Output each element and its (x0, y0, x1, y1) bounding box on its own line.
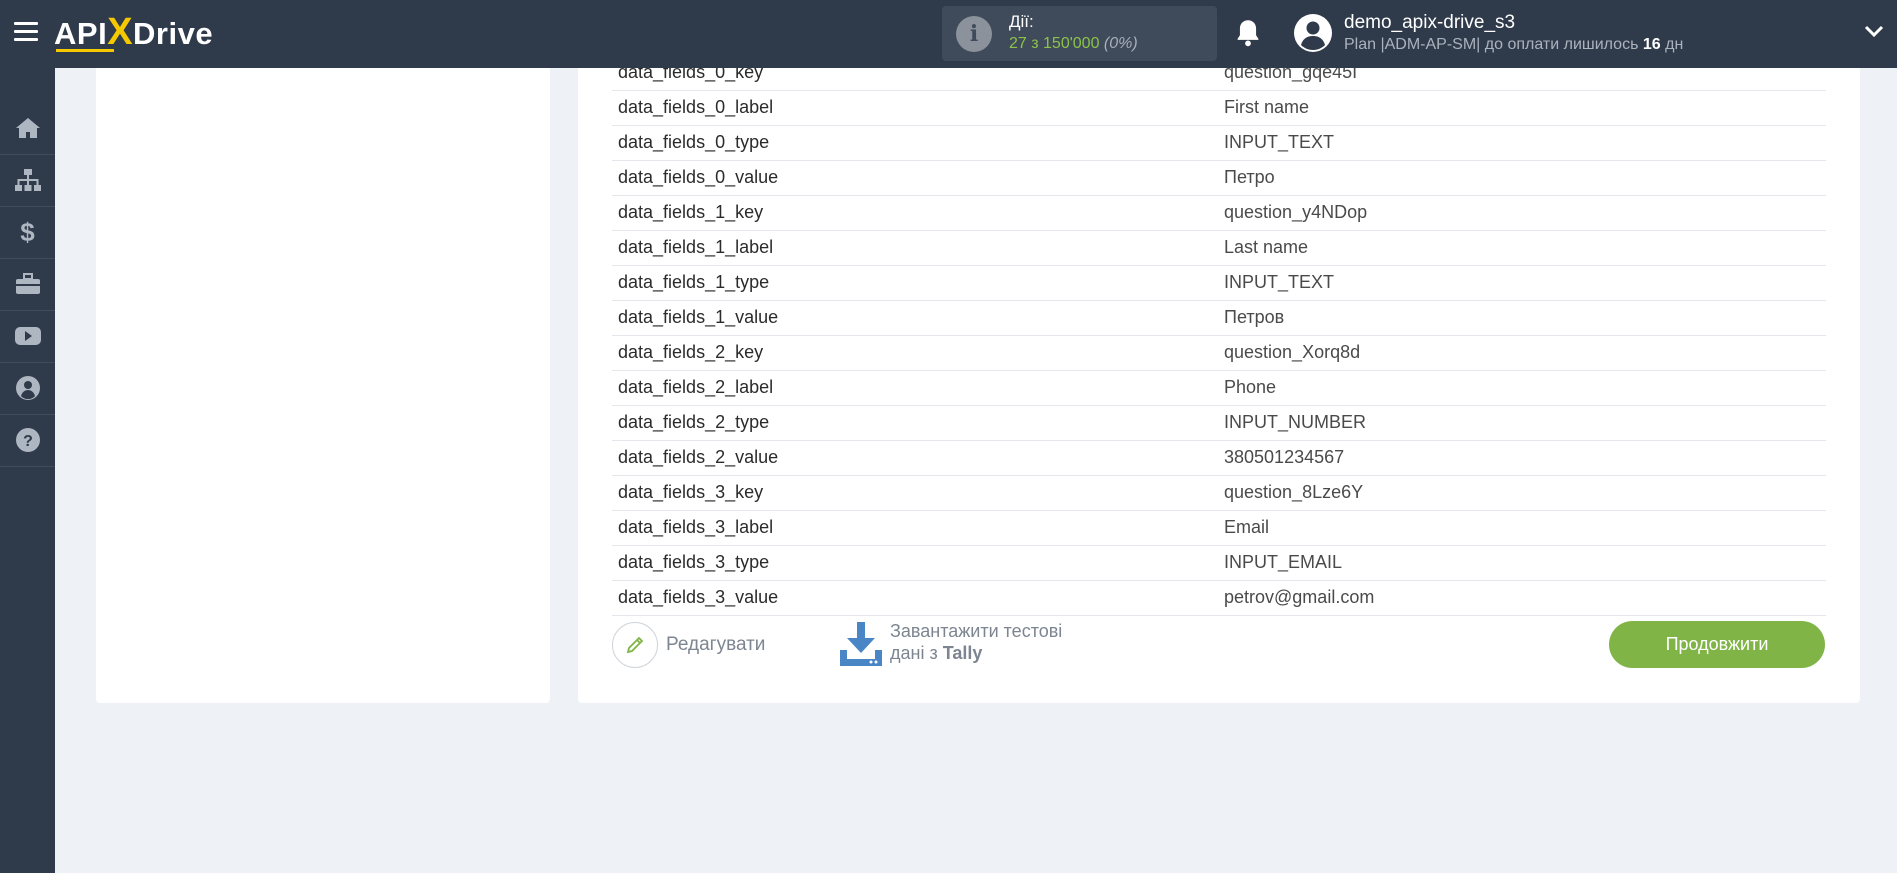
field-key: data_fields_3_key (618, 482, 764, 502)
fields-table: data_fields_0_key question_gqe45I data_fie… (612, 68, 1826, 616)
table-row: data_fields_1_label Last name (612, 231, 1826, 266)
field-value: First name (1224, 97, 1310, 117)
avatar[interactable] (1294, 14, 1332, 52)
left-panel (96, 68, 550, 703)
field-key: data_fields_2_label (618, 377, 774, 397)
table-row: data_fields_2_key question_Xorq8d (612, 336, 1826, 371)
youtube-icon (14, 327, 41, 345)
sidebar-item-profile[interactable] (0, 362, 55, 415)
chevron-down-icon[interactable] (1864, 24, 1884, 38)
info-icon: i (956, 16, 992, 52)
field-value: Phone (1224, 377, 1277, 397)
table-row: data_fields_2_value 380501234567 (612, 441, 1826, 476)
download-line1: Завантажити тестові (890, 621, 1063, 641)
pencil-icon-wrap (612, 622, 658, 668)
table-row: data_fields_0_value Петро (612, 161, 1826, 196)
field-value: Last name (1224, 237, 1309, 257)
table-row: data_fields_2_label Phone (612, 371, 1826, 406)
sidebar: $ ? (0, 68, 55, 873)
field-key: data_fields_0_key (618, 68, 764, 82)
field-value: Email (1224, 517, 1270, 537)
sidebar-item-home[interactable] (0, 102, 55, 155)
briefcase-icon (15, 273, 40, 294)
table-row: data_fields_0_type INPUT_TEXT (612, 126, 1826, 161)
svg-text:?: ? (23, 433, 33, 450)
download-line2: дані з Tally (890, 643, 983, 663)
field-value: question_y4NDop (1224, 202, 1368, 222)
field-value: INPUT_TEXT (1224, 132, 1335, 152)
edit-label: Редагувати (666, 634, 766, 655)
table-row: data_fields_3_label Email (612, 511, 1826, 546)
table-row: data_fields_0_key question_gqe45I (612, 68, 1826, 91)
table-row: data_fields_3_type INPUT_EMAIL (612, 546, 1826, 581)
actions-count: 27 з 150'000 (0%) (1009, 35, 1138, 52)
download-source: Tally (942, 643, 983, 663)
field-key: data_fields_1_label (618, 237, 774, 257)
field-value: INPUT_NUMBER (1224, 412, 1367, 432)
field-key: data_fields_1_key (618, 202, 764, 222)
user-name: demo_apix-drive_s3 (1344, 12, 1516, 33)
download-label: Завантажити тестові дані з Tally (890, 620, 1062, 664)
field-value: Петро (1224, 167, 1275, 187)
table-row: data_fields_1_type INPUT_TEXT (612, 266, 1826, 301)
field-key: data_fields_2_key (618, 342, 764, 362)
sidebar-item-help[interactable]: ? (0, 414, 55, 467)
sidebar-item-structure[interactable] (0, 154, 55, 207)
field-value: question_gqe45I (1224, 68, 1358, 82)
table-row: data_fields_0_label First name (612, 91, 1826, 126)
field-key: data_fields_2_type (618, 412, 770, 432)
user-icon (15, 376, 40, 400)
user-plan: Plan |ADM-AP-SM| до оплати лишилось 16 д… (1344, 36, 1684, 53)
field-value: petrov@gmail.com (1224, 587, 1375, 607)
actions-counter: i Дії: 27 з 150'000 (0%) (942, 6, 1217, 61)
dollar-icon: $ (20, 216, 35, 247)
table-row: data_fields_1_value Петров (612, 301, 1826, 336)
table-row: data_fields_2_type INPUT_NUMBER (612, 406, 1826, 441)
table-row: data_fields_1_key question_y4NDop (612, 196, 1826, 231)
field-value: Петров (1224, 307, 1285, 327)
top-bar: APIXDrive i Дії: 27 з 150'000 (0%) demo_… (0, 0, 1897, 68)
home-icon (15, 118, 40, 138)
pencil-icon (626, 636, 644, 654)
edit-button[interactable]: Редагувати (612, 622, 765, 668)
logo-x: X (107, 11, 134, 53)
table-row: data_fields_3_key question_8Lze6Y (612, 476, 1826, 511)
field-key: data_fields_0_value (618, 167, 779, 187)
download-icon (840, 622, 882, 666)
continue-button[interactable]: Продовжити (1609, 621, 1825, 668)
field-key: data_fields_0_label (618, 97, 774, 117)
field-key: data_fields_1_type (618, 272, 770, 292)
field-key: data_fields_1_value (618, 307, 779, 327)
logo[interactable]: APIXDrive (54, 10, 213, 56)
actions-label: Дії: (1009, 12, 1034, 31)
field-value: question_Xorq8d (1224, 342, 1361, 362)
field-key: data_fields_3_value (618, 587, 779, 607)
table-row: data_fields_3_value petrov@gmail.com (612, 581, 1826, 616)
main-panel: data_fields_0_key question_gqe45I data_fie… (578, 68, 1860, 703)
sidebar-item-video[interactable] (0, 310, 55, 363)
download-test-data-button[interactable]: Завантажити тестові дані з Tally (838, 620, 1062, 668)
help-icon: ? (15, 428, 40, 452)
field-value: question_8Lze6Y (1224, 482, 1364, 502)
bell-icon[interactable] (1234, 18, 1262, 48)
sidebar-item-services[interactable] (0, 258, 55, 311)
sitemap-icon (14, 169, 41, 191)
sidebar-item-billing[interactable]: $ (0, 206, 55, 259)
field-key: data_fields_2_value (618, 447, 779, 467)
field-value: 380501234567 (1224, 447, 1345, 467)
field-value: INPUT_EMAIL (1224, 552, 1343, 572)
field-key: data_fields_3_label (618, 517, 774, 537)
menu-icon[interactable] (14, 22, 38, 44)
logo-drive: Drive (133, 16, 214, 51)
field-key: data_fields_3_type (618, 552, 770, 572)
field-key: data_fields_0_type (618, 132, 770, 152)
field-value: INPUT_TEXT (1224, 272, 1335, 292)
logo-api: API (54, 16, 108, 51)
